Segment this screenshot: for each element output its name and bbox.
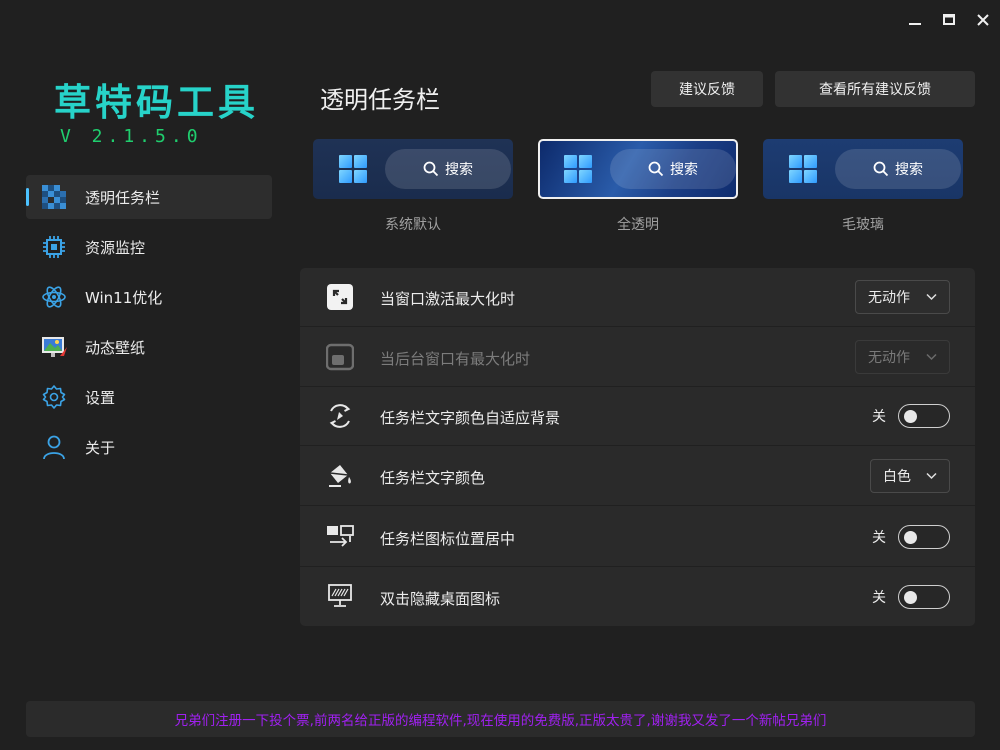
preview-label-frosted-glass: 毛玻璃 — [842, 217, 884, 233]
dropdown-value: 无动作 — [868, 290, 910, 306]
app-version: V 2.1.5.0 — [60, 126, 203, 147]
wallpaper-icon — [40, 333, 68, 361]
sidebar-item-resource-monitor[interactable]: 资源监控 — [26, 225, 272, 269]
center-icons-toggle[interactable] — [898, 525, 950, 549]
preview-search-pill: 搜索 — [385, 149, 511, 189]
preview-search-pill: 搜索 — [610, 149, 736, 189]
preview-search-text: 搜索 — [670, 162, 698, 178]
sidebar-item-label: 透明任务栏 — [85, 188, 161, 207]
maximize-window-icon — [326, 283, 354, 311]
setting-label: 当后台窗口有最大化时 — [380, 350, 531, 368]
setting-row-hide-desktop-icons: 双击隐藏桌面图标 关 — [300, 566, 975, 626]
feedback-button[interactable]: 建议反馈 — [651, 71, 763, 107]
settings-panel: 当窗口激活最大化时 无动作 当后台窗口有最大化时 无动作 任务栏文字颜色自适应背… — [300, 268, 975, 626]
preview-search-text: 搜索 — [445, 162, 473, 178]
chevron-down-icon — [926, 293, 937, 301]
maximize-icon — [943, 14, 955, 25]
setting-label: 当窗口激活最大化时 — [380, 290, 516, 308]
sidebar-item-label: 动态壁纸 — [85, 338, 146, 357]
close-button[interactable] — [966, 0, 1000, 40]
hide-desktop-icons-toggle[interactable] — [898, 585, 950, 609]
toggle-state-text: 关 — [872, 590, 886, 606]
window-controls — [898, 0, 1000, 40]
minimize-button[interactable] — [898, 0, 932, 40]
adaptive-text-color-toggle[interactable] — [898, 404, 950, 428]
search-icon — [648, 161, 664, 177]
page-title: 透明任务栏 — [320, 86, 440, 114]
setting-label: 任务栏图标位置居中 — [380, 530, 516, 548]
monitor-icon — [326, 582, 354, 610]
sidebar-item-label: 关于 — [85, 438, 116, 457]
background-maximized-dropdown[interactable]: 无动作 — [855, 340, 950, 374]
close-icon — [977, 14, 989, 26]
chevron-down-icon — [926, 472, 937, 480]
windows-logo-icon — [339, 155, 367, 183]
windows-logo-icon — [564, 155, 592, 183]
text-color-dropdown[interactable]: 白色 — [870, 459, 950, 493]
preview-label-system-default: 系统默认 — [385, 217, 441, 233]
setting-row-adaptive-text-color: 任务栏文字颜色自适应背景 关 — [300, 386, 975, 445]
preview-fully-transparent[interactable]: 搜索 — [538, 139, 738, 199]
search-icon — [423, 161, 439, 177]
minimize-icon — [909, 23, 921, 25]
sidebar: 透明任务栏 资源监控 Win11优化 动态壁纸 设置 关于 — [26, 175, 272, 475]
setting-row-background-maximized: 当后台窗口有最大化时 无动作 — [300, 326, 975, 386]
preview-search-pill: 搜索 — [835, 149, 961, 189]
sidebar-item-transparent-taskbar[interactable]: 透明任务栏 — [26, 175, 272, 219]
footer-text: 兄弟们注册一下投个票,前两名给正版的编程软件,现在使用的免费版,正版太贵了,谢谢… — [174, 713, 827, 729]
sidebar-item-label: 资源监控 — [85, 238, 146, 257]
paint-bucket-icon — [326, 461, 354, 489]
windows-logo-icon — [789, 155, 817, 183]
center-align-icon — [326, 522, 354, 550]
view-all-feedback-button[interactable]: 查看所有建议反馈 — [775, 71, 975, 107]
sidebar-item-about[interactable]: 关于 — [26, 425, 272, 469]
setting-row-active-maximized: 当窗口激活最大化时 无动作 — [300, 268, 975, 326]
gear-icon — [40, 383, 68, 411]
center-icons-toggle-group: 关 — [872, 525, 950, 549]
preview-system-default[interactable]: 搜索 — [313, 139, 513, 199]
setting-label: 任务栏文字颜色自适应背景 — [380, 409, 561, 427]
toggle-knob — [904, 530, 917, 544]
setting-row-center-icons: 任务栏图标位置居中 关 — [300, 505, 975, 566]
toggle-knob — [904, 409, 917, 423]
chip-icon — [40, 233, 68, 261]
taskbar-pixel-icon — [40, 183, 68, 211]
dropdown-value: 无动作 — [868, 350, 910, 366]
chevron-down-icon — [926, 353, 937, 361]
hide-desktop-icons-toggle-group: 关 — [872, 585, 950, 609]
setting-label: 任务栏文字颜色 — [380, 469, 486, 487]
setting-label: 双击隐藏桌面图标 — [380, 590, 501, 608]
toggle-state-text: 关 — [872, 530, 886, 546]
sidebar-item-settings[interactable]: 设置 — [26, 375, 272, 419]
atom-icon — [40, 283, 68, 311]
adaptive-text-color-toggle-group: 关 — [872, 404, 950, 428]
preview-label-fully-transparent: 全透明 — [617, 217, 659, 233]
search-icon — [873, 161, 889, 177]
person-icon — [40, 433, 68, 461]
app-title: 草特码工具 — [54, 80, 259, 124]
sidebar-item-live-wallpaper[interactable]: 动态壁纸 — [26, 325, 272, 369]
maximize-button[interactable] — [932, 0, 966, 40]
footer-banner[interactable]: 兄弟们注册一下投个票,前两名给正版的编程软件,现在使用的免费版,正版太贵了,谢谢… — [26, 701, 975, 737]
dropdown-value: 白色 — [883, 469, 911, 485]
sidebar-item-label: 设置 — [85, 388, 116, 407]
sidebar-item-label: Win11优化 — [85, 288, 163, 307]
background-window-icon — [326, 343, 354, 371]
toggle-knob — [904, 590, 917, 604]
preview-search-text: 搜索 — [895, 162, 923, 178]
toggle-state-text: 关 — [872, 409, 886, 425]
active-maximized-dropdown[interactable]: 无动作 — [855, 280, 950, 314]
adaptive-color-icon — [326, 402, 354, 430]
setting-row-text-color: 任务栏文字颜色 白色 — [300, 445, 975, 505]
sidebar-item-win11-optimize[interactable]: Win11优化 — [26, 275, 272, 319]
preview-frosted-glass[interactable]: 搜索 — [763, 139, 963, 199]
